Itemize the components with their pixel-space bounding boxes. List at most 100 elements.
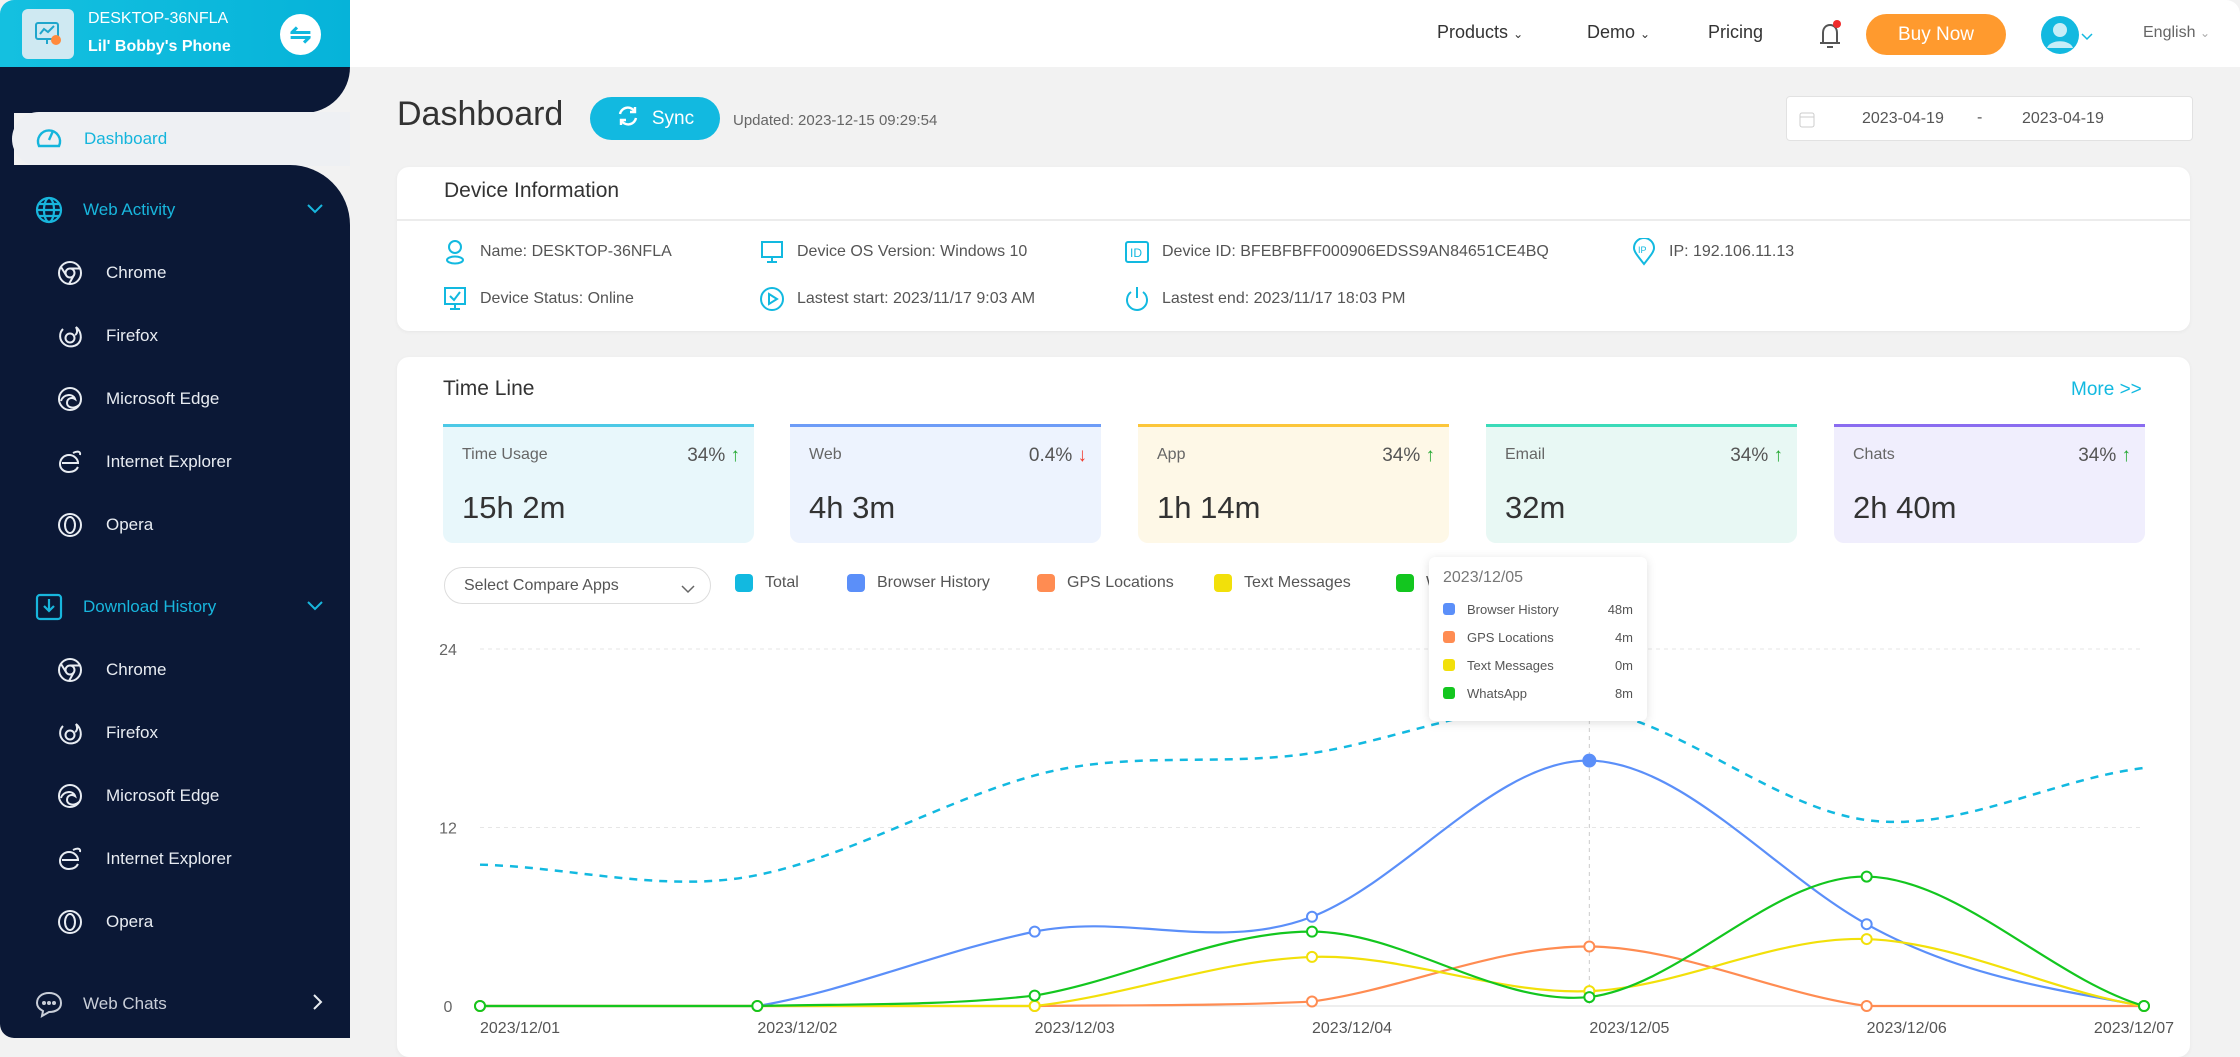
- bell-icon[interactable]: [1815, 18, 1845, 57]
- legend-swatch: [847, 574, 865, 592]
- legend-gps-locations[interactable]: GPS Locations: [1037, 574, 1174, 592]
- sidebar-item-label: Firefox: [106, 723, 158, 742]
- sidebar-section-web-chats[interactable]: Web Chats: [34, 986, 324, 1022]
- tooltip-row: Browser History 48m: [1443, 595, 1633, 623]
- sidebar-bg: [0, 67, 350, 113]
- trend-down-icon: ↓: [1077, 445, 1088, 466]
- device-label: Lil' Bobby's Phone: [88, 38, 231, 55]
- sidebar-item-download-history-microsoft-edge[interactable]: Microsoft Edge: [56, 778, 316, 814]
- date-range-picker[interactable]: 2023-04-19 - 2023-04-19: [1786, 96, 2193, 141]
- data-point-browser-history: [1306, 910, 1318, 923]
- ip-info: IP IP: 192.106.11.13: [1631, 238, 1794, 266]
- x-tick-label: 2023/12/06: [1867, 1020, 1947, 1037]
- stat-change: 34% ↑: [687, 445, 741, 466]
- date-from[interactable]: 2023-04-19: [1862, 110, 1944, 128]
- buy-now-button[interactable]: Buy Now: [1866, 14, 2006, 55]
- tooltip-date: 2023/12/05: [1443, 569, 1524, 586]
- sidebar-section-label: Web Chats: [83, 994, 167, 1013]
- sidebar-item-download-history-chrome[interactable]: Chrome: [56, 652, 316, 688]
- device-name: DESKTOP-36NFLA: [88, 10, 229, 27]
- date-separator: -: [1977, 109, 1983, 126]
- data-point-browser-history: [1860, 918, 1873, 931]
- stat-card-email[interactable]: Email 34% ↑ 32m: [1486, 424, 1797, 543]
- opera-icon: [56, 511, 84, 539]
- switch-device-icon[interactable]: ⇋: [280, 14, 321, 55]
- series-line-total: [479, 704, 2145, 883]
- sync-button[interactable]: Sync: [590, 97, 720, 140]
- stat-change: 0.4% ↓: [1028, 445, 1088, 466]
- trend-up-icon: ↑: [1425, 445, 1436, 466]
- sidebar-item-web-activity-opera[interactable]: Opera: [56, 507, 316, 543]
- tooltip-row: Text Messages 0m: [1443, 651, 1633, 679]
- sidebar-item-download-history-opera[interactable]: Opera: [56, 904, 316, 940]
- legend-total[interactable]: Total: [735, 574, 799, 592]
- nav-pricing[interactable]: Pricing: [1708, 22, 1763, 43]
- globe-icon: [34, 195, 64, 225]
- power-icon: [1124, 286, 1150, 312]
- last-updated: Updated: 2023-12-15 09:29:54: [733, 112, 938, 129]
- more-link[interactable]: More >>: [2071, 379, 2142, 401]
- trend-up-icon: ↑: [730, 445, 741, 466]
- id-card-icon: ID: [1124, 239, 1150, 265]
- nav-products[interactable]: Products ⌄: [1437, 22, 1523, 43]
- data-point-text-messages: [1028, 1000, 1041, 1012]
- sync-label: Sync: [651, 107, 695, 129]
- y-tick-label: 12: [439, 821, 457, 838]
- microsoft-edge-icon: [56, 385, 84, 413]
- stat-card-chats[interactable]: Chats 34% ↑ 2h 40m: [1834, 424, 2145, 543]
- data-point-gps-locations: [1306, 995, 1318, 1008]
- chat-bubble-icon: [34, 989, 64, 1019]
- x-tick-label: 2023/12/02: [757, 1020, 837, 1037]
- svg-text:IP: IP: [1638, 245, 1647, 255]
- sidebar-item-download-history-internet-explorer[interactable]: Internet Explorer: [56, 841, 316, 877]
- internet-explorer-icon: [56, 845, 84, 873]
- nav-demo[interactable]: Demo ⌄: [1587, 22, 1650, 43]
- monitor-check-icon: [442, 286, 468, 312]
- data-point-gps-locations: [1860, 1000, 1873, 1012]
- data-point-whatsapp: [751, 1000, 764, 1012]
- y-tick-label: 0: [444, 999, 453, 1016]
- stat-label: Time Usage: [462, 446, 548, 463]
- x-tick-label: 2023/12/07: [2094, 1020, 2174, 1037]
- data-point-text-messages: [1306, 950, 1318, 963]
- data-point-text-messages: [1860, 933, 1873, 946]
- last-start-info: Lastest start: 2023/11/17 9:03 AM: [759, 286, 1035, 312]
- card-title: Device Information: [444, 179, 620, 202]
- sidebar-item-dashboard[interactable]: Dashboard: [12, 112, 350, 166]
- user-avatar-menu[interactable]: [2040, 15, 2094, 60]
- tooltip-swatch: [1443, 659, 1455, 671]
- sidebar-item-web-activity-microsoft-edge[interactable]: Microsoft Edge: [56, 381, 316, 417]
- firefox-icon: [56, 322, 84, 350]
- svg-text:ID: ID: [1130, 246, 1142, 260]
- sidebar-section-web-activity[interactable]: Web Activity: [34, 192, 324, 228]
- legend-browser-history[interactable]: Browser History: [847, 574, 990, 592]
- tooltip-row: WhatsApp 8m: [1443, 679, 1633, 707]
- sidebar-item-web-activity-firefox[interactable]: Firefox: [56, 318, 316, 354]
- legend-swatch: [735, 574, 753, 592]
- language-select[interactable]: English ⌄: [2143, 24, 2210, 42]
- stat-card-web[interactable]: Web 0.4% ↓ 4h 3m: [790, 424, 1101, 543]
- device-status-info: Device Status: Online: [442, 286, 634, 312]
- divider: [397, 219, 2190, 221]
- sidebar-item-web-activity-chrome[interactable]: Chrome: [56, 255, 316, 291]
- data-point-whatsapp: [1306, 925, 1318, 938]
- sidebar-item-download-history-firefox[interactable]: Firefox: [56, 715, 316, 751]
- avatar-icon: [2040, 15, 2080, 60]
- sidebar-item-web-activity-internet-explorer[interactable]: Internet Explorer: [56, 444, 316, 480]
- tooltip-series: Browser History: [1467, 601, 1559, 617]
- calendar-icon: [1799, 110, 1815, 133]
- legend-text-messages[interactable]: Text Messages: [1214, 574, 1351, 592]
- date-to[interactable]: 2023-04-19: [2022, 110, 2104, 128]
- data-point-browser-history: [1582, 753, 1597, 768]
- compare-apps-select[interactable]: Select Compare Apps: [444, 567, 711, 604]
- sidebar-section-download-history[interactable]: Download History: [34, 589, 324, 625]
- stat-card-app[interactable]: App 34% ↑ 1h 14m: [1138, 424, 1449, 543]
- select-placeholder: Select Compare Apps: [464, 577, 619, 594]
- sidebar-item-label: Microsoft Edge: [106, 786, 220, 805]
- tooltip-series: Text Messages: [1467, 657, 1554, 673]
- microsoft-edge-icon: [56, 782, 84, 810]
- stat-change: 34% ↑: [1730, 445, 1783, 466]
- stat-label: App: [1157, 446, 1186, 463]
- stat-card-time-usage[interactable]: Time Usage 34% ↑ 15h 2m: [443, 424, 754, 543]
- legend-swatch: [1037, 574, 1055, 592]
